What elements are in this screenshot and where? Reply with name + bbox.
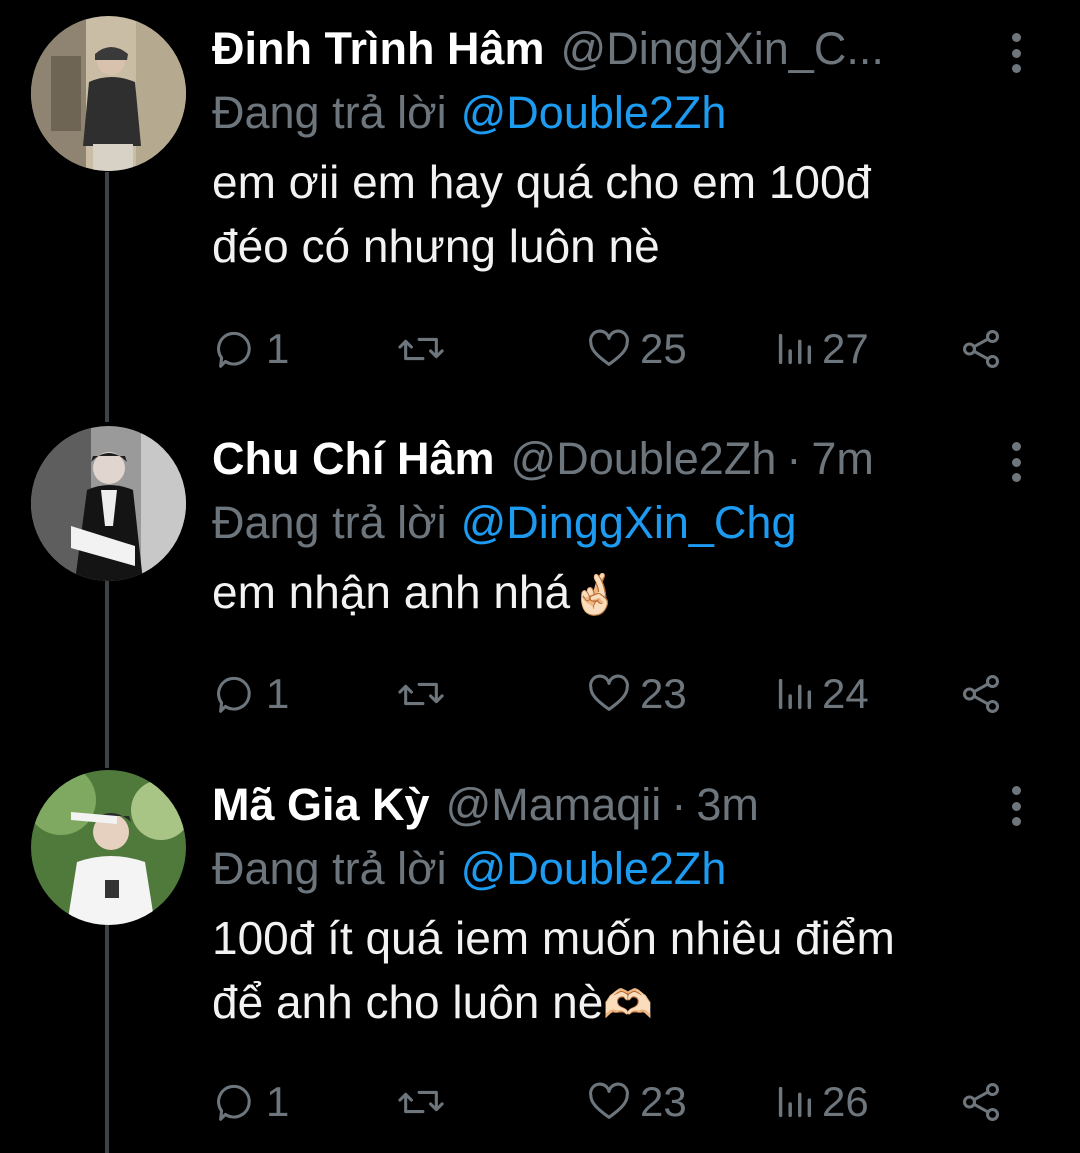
like-button[interactable]: 25 <box>586 319 687 379</box>
like-count: 25 <box>640 325 687 372</box>
retweet-icon <box>396 326 446 372</box>
reply-icon <box>212 326 258 372</box>
reply-icon <box>212 1079 258 1125</box>
views-icon <box>774 671 814 717</box>
timestamp[interactable]: 3m <box>696 779 759 831</box>
reply-count: 1 <box>266 1078 290 1125</box>
like-icon <box>586 1079 632 1125</box>
tweet-text: em ơii em hay quá cho em 100đ đéo có như… <box>212 150 1040 278</box>
thread-connector-line <box>105 578 109 768</box>
thread-connector-line <box>105 925 109 1153</box>
reply-label: Đang trả lời <box>212 497 447 548</box>
retweet-button[interactable] <box>396 319 446 379</box>
retweet-button[interactable] <box>396 1072 446 1132</box>
view-count: 24 <box>822 670 869 717</box>
reply-button[interactable]: 1 <box>212 664 289 724</box>
tweet-text: em nhận anh nhá🤞🏻 <box>212 560 1040 627</box>
like-icon <box>586 326 632 372</box>
avatar[interactable] <box>31 16 186 171</box>
tweet-text: 100đ ít quá iem muốn nhiêu điểm để anh c… <box>212 906 1040 1037</box>
action-bar: 1 23 26 <box>212 1072 1032 1132</box>
user-handle[interactable]: @Mamaqii <box>446 779 662 831</box>
reply-to-mention[interactable]: @Double2Zh <box>461 87 727 139</box>
like-count: 23 <box>640 670 687 717</box>
action-bar: 1 23 24 <box>212 664 1032 724</box>
separator-dot: · <box>786 433 802 484</box>
reply-thread: Đinh Trình Hâm @DinggXin_C... Đang trả l… <box>0 0 1080 1153</box>
share-icon <box>958 326 1004 372</box>
share-button[interactable] <box>958 1072 1004 1132</box>
retweet-icon <box>396 671 446 717</box>
reply-icon <box>212 671 258 717</box>
reply-count: 1 <box>266 670 290 717</box>
tweet-text-line: em nhận anh nhá <box>212 566 571 618</box>
crossed-fingers-emoji: 🤞🏻 <box>570 573 620 617</box>
views-button[interactable]: 24 <box>774 664 869 724</box>
like-icon <box>586 671 632 717</box>
user-handle[interactable]: @Double2Zh <box>511 433 777 485</box>
share-icon <box>958 671 1004 717</box>
like-button[interactable]: 23 <box>586 664 687 724</box>
separator-dot: · <box>671 779 687 830</box>
retweet-button[interactable] <box>396 664 446 724</box>
views-icon <box>774 1079 814 1125</box>
view-count: 26 <box>822 1078 869 1125</box>
like-count: 23 <box>640 1078 687 1125</box>
reply-button[interactable]: 1 <box>212 1072 289 1132</box>
reply-label: Đang trả lời <box>212 843 447 894</box>
views-button[interactable]: 27 <box>774 319 869 379</box>
user-handle[interactable]: @DinggXin_C... <box>561 23 884 75</box>
tweet-text-line: em ơii em hay quá cho em 100đ <box>212 156 872 208</box>
avatar[interactable] <box>31 426 186 581</box>
more-icon[interactable] <box>1004 786 1028 826</box>
avatar[interactable] <box>31 770 186 925</box>
more-icon[interactable] <box>1004 442 1028 482</box>
view-count: 27 <box>822 325 869 372</box>
tweet-text-line: để anh cho luôn nè <box>212 976 604 1028</box>
heart-hands-emoji: 🫶🏻 <box>603 983 654 1027</box>
action-bar: 1 25 27 <box>212 319 1032 379</box>
display-name[interactable]: Đinh Trình Hâm <box>212 23 545 75</box>
reply-count: 1 <box>266 325 290 372</box>
display-name[interactable]: Mã Gia Kỳ <box>212 779 430 831</box>
share-icon <box>958 1079 1004 1125</box>
tweet-text-line: 100đ ít quá iem muốn nhiêu điểm <box>212 912 895 964</box>
reply-to-mention[interactable]: @Double2Zh <box>461 843 727 895</box>
reply-label: Đang trả lời <box>212 87 447 138</box>
tweet-text-line: đéo có nhưng luôn nè <box>212 220 660 272</box>
timestamp[interactable]: 7m <box>811 433 874 485</box>
views-icon <box>774 326 814 372</box>
like-button[interactable]: 23 <box>586 1072 687 1132</box>
views-button[interactable]: 26 <box>774 1072 869 1132</box>
share-button[interactable] <box>958 319 1004 379</box>
thread-connector-line <box>105 172 109 422</box>
more-icon[interactable] <box>1004 33 1028 73</box>
retweet-icon <box>396 1079 446 1125</box>
share-button[interactable] <box>958 664 1004 724</box>
reply-button[interactable]: 1 <box>212 319 289 379</box>
display-name[interactable]: Chu Chí Hâm <box>212 433 495 485</box>
reply-to-mention[interactable]: @DinggXin_Chg <box>461 497 797 549</box>
